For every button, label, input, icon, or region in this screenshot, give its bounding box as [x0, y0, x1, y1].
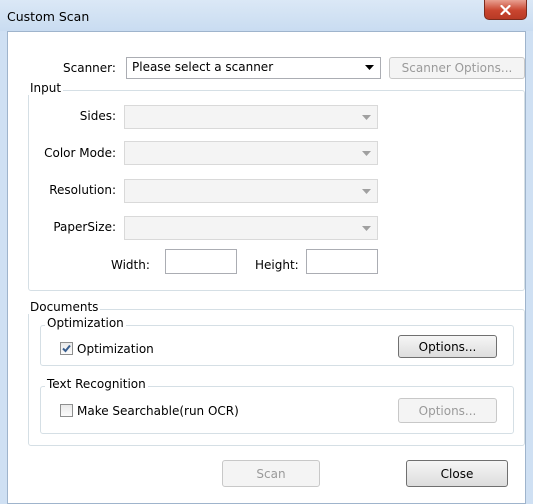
dialog-body: Scanner: Please select a scanner Scanner…	[7, 31, 526, 504]
custom-scan-window: Custom Scan Scanner: Please select a sca…	[0, 0, 533, 504]
make-searchable-checkbox-label[interactable]: Make Searchable(run OCR)	[77, 404, 239, 418]
optimization-options-button[interactable]: Options...	[398, 335, 497, 358]
close-icon	[500, 4, 511, 15]
color-mode-select[interactable]	[124, 141, 378, 165]
height-label: Height:	[255, 258, 299, 272]
resolution-label: Resolution:	[49, 183, 116, 197]
ocr-options-button[interactable]: Options...	[398, 398, 497, 423]
resolution-select[interactable]	[124, 179, 378, 203]
sides-select[interactable]	[124, 105, 378, 129]
scanner-selected-value: Please select a scanner	[132, 60, 274, 74]
scanner-options-button[interactable]: Scanner Options...	[389, 57, 525, 79]
dropdown-arrow-icon	[362, 189, 371, 194]
documents-group-legend: Documents	[28, 300, 101, 314]
dropdown-arrow-icon	[362, 226, 371, 231]
height-field[interactable]	[306, 249, 378, 274]
width-label: Width:	[111, 258, 150, 272]
checkmark-icon	[62, 344, 71, 353]
scan-button[interactable]: Scan	[222, 460, 320, 487]
scanner-label: Scanner:	[63, 61, 116, 75]
width-field[interactable]	[165, 249, 237, 274]
paper-size-select[interactable]	[124, 216, 378, 240]
dropdown-arrow-icon	[365, 65, 374, 70]
sides-label: Sides:	[79, 109, 116, 123]
title-bar[interactable]: Custom Scan	[0, 0, 533, 31]
input-group-legend: Input	[28, 81, 64, 95]
paper-size-label: PaperSize:	[53, 220, 116, 234]
make-searchable-checkbox[interactable]	[60, 404, 73, 417]
text-recognition-group-legend: Text Recognition	[45, 377, 148, 391]
dropdown-arrow-icon	[362, 151, 371, 156]
window-title: Custom Scan	[7, 9, 90, 24]
optimization-checkbox-label[interactable]: Optimization	[77, 342, 154, 356]
scanner-select[interactable]: Please select a scanner	[126, 57, 381, 79]
optimization-checkbox[interactable]	[60, 342, 73, 355]
close-window-button[interactable]	[484, 0, 527, 20]
optimization-group-legend: Optimization	[45, 316, 126, 330]
dropdown-arrow-icon	[362, 115, 371, 120]
color-mode-label: Color Mode:	[44, 146, 116, 160]
close-button[interactable]: Close	[406, 460, 508, 487]
